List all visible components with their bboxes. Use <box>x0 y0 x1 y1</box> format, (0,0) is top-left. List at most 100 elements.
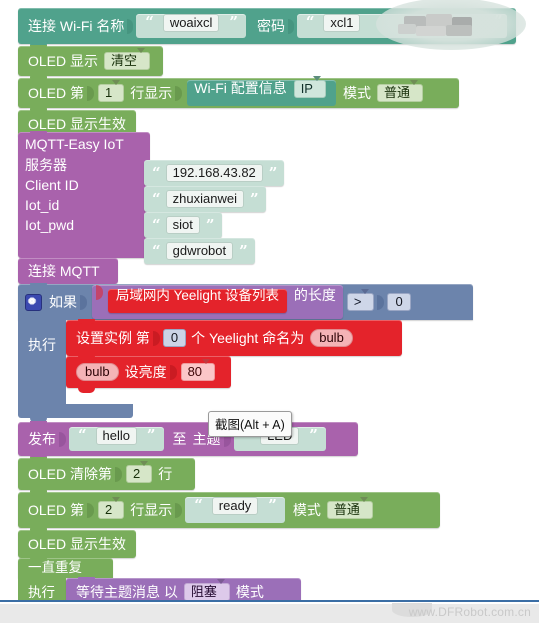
block-yeelight-device-list[interactable]: 局域网内 Yeelight 设备列表 <box>107 288 287 313</box>
wait-topic-label-a: 等待主题消息 以 <box>76 584 178 600</box>
comparison-value-input[interactable]: 0 <box>387 293 411 311</box>
mqtt-server-value-block[interactable]: “ 192.168.43.82 ” <box>144 160 285 186</box>
compare-value-socket <box>377 294 385 310</box>
wifi-config-field-dropdown[interactable]: IP <box>293 76 326 98</box>
if-label: 如果 <box>49 294 77 310</box>
oled-line2-prefix-label: OLED 第 <box>28 502 85 518</box>
length-label: 的长度 <box>293 287 336 303</box>
yeelight-brightness-dropdown[interactable]: 80 <box>180 359 216 381</box>
wait-topic-label-b: 模式 <box>235 584 264 600</box>
wait-topic-mode-value: 阻塞 <box>190 584 217 599</box>
wifi-password-input[interactable]: xcl1 <box>323 14 361 32</box>
wifi-connect-label: 连接 Wi-Fi 名称 <box>28 18 125 34</box>
wifi-config-info-label: Wi-Fi 配置信息 <box>194 80 287 96</box>
block-mqtt-publish[interactable]: 发布 “ hello ” 至 主题 “ LED ” <box>18 421 358 461</box>
if-body-spine: 执行 <box>18 320 66 404</box>
chevron-down-icon <box>112 80 121 100</box>
mqtt-iotid-value-block[interactable]: “ siot ” <box>144 212 222 238</box>
blockly-workspace[interactable]: 连接 Wi-Fi 名称 “ woaixcl ” 密码 “ xcl1 ” OLED… <box>0 0 539 623</box>
oled-refresh-1-label: OLED 显示生效 <box>28 116 127 132</box>
watermark-top-rule <box>0 602 539 604</box>
quote-open-icon-2: “ <box>305 13 315 31</box>
oled-line2-number-dropdown[interactable]: 2 <box>98 497 125 519</box>
screenshot-tooltip: 截图(Alt + A) <box>208 411 292 437</box>
oled-line2-mid-label: 行显示 <box>130 502 173 518</box>
chevron-down-icon <box>137 48 146 68</box>
quote-close-icon: ” <box>249 189 259 208</box>
mqtt-row-clientid: Client ID <box>18 175 150 195</box>
mqtt-iotpwd-value-block[interactable]: “ gdwrobot ” <box>144 238 255 264</box>
block-comparison[interactable]: 局域网内 Yeelight 设备列表 的长度 <box>92 285 343 319</box>
mqtt-row-server: 服务器 <box>18 155 150 175</box>
oled-line2-mode-value: 普通 <box>333 502 360 517</box>
socket-notch-5 <box>87 502 95 518</box>
mqtt-clientid-value-block[interactable]: “ zhuxianwei ” <box>144 186 266 212</box>
brightness-value-socket <box>169 364 177 380</box>
quote-open-icon: “ <box>152 163 161 182</box>
block-oled-line-show-2[interactable]: OLED 第 2 行显示 “ ready ” 模式 普通 <box>18 491 440 533</box>
block-yeelight-set-brightness[interactable]: bulb 设亮度 80 <box>66 355 231 393</box>
oled-line2-mode-dropdown[interactable]: 普通 <box>326 497 373 519</box>
publish-message-input[interactable]: hello <box>95 427 137 445</box>
comparison-operator-dropdown[interactable]: > <box>346 289 375 311</box>
watermark-bar: www.DFRobot.com.cn <box>0 600 539 623</box>
mqtt-connect-label: 连接 MQTT <box>28 263 100 279</box>
mqtt-iotid-input[interactable]: siot <box>165 216 200 234</box>
oled-line2-text-string-block[interactable]: “ ready ” <box>185 497 285 523</box>
quote-close-icon: ” <box>239 241 248 260</box>
oled-line1-number-dropdown[interactable]: 1 <box>98 80 125 102</box>
block-yeelight-set-instance[interactable]: 设置实例 第 0 个 Yeelight 命名为 bulb <box>66 319 402 356</box>
yeelight-instance-name[interactable]: bulb <box>310 329 353 347</box>
wifi-config-field-value: IP <box>300 81 313 96</box>
list-length-socket <box>96 285 103 300</box>
chevron-down-icon <box>216 579 225 599</box>
block-oled-line-show-1[interactable]: OLED 第 1 行显示 Wi-Fi 配置信息 IP 模式 普通 <box>18 76 459 113</box>
quote-open-icon: “ <box>78 426 87 444</box>
mqtt-title: MQTT-Easy IoT <box>25 136 124 152</box>
chevron-down-icon <box>359 497 368 517</box>
socket-notch-3 <box>87 85 95 101</box>
mqtt-server-input[interactable]: 192.168.43.82 <box>165 164 263 182</box>
quote-open-icon: “ <box>194 496 203 514</box>
if-header[interactable]: 如果 局域网内 Yeelight 设备列表 的长度 > 0 <box>18 283 473 320</box>
quote-close-icon: ” <box>309 426 318 444</box>
yeelight-device-list-label: 局域网内 Yeelight 设备列表 <box>115 288 279 303</box>
block-oled-clear-line[interactable]: OLED 清除第 2 行 <box>18 457 195 495</box>
block-wifi-config-info[interactable]: Wi-Fi 配置信息 IP <box>187 76 336 106</box>
block-mqtt-easy-iot[interactable]: MQTT-Easy IoT 服务器 Client ID Iot_id Iot_p… <box>18 131 150 258</box>
chevron-down-icon <box>202 359 211 379</box>
oled-display-label: OLED 显示 <box>28 53 99 69</box>
oled-clear-line-suffix: 行 <box>158 466 173 482</box>
oled-clear-line-socket <box>115 466 123 482</box>
block-oled-refresh-2[interactable]: OLED 显示生效 <box>18 529 136 563</box>
mqtt-clientid-input[interactable]: zhuxianwei <box>165 190 244 208</box>
publish-message-string-block[interactable]: “ hello ” <box>69 427 164 451</box>
oled-line1-mode-dropdown[interactable]: 普通 <box>376 80 423 102</box>
quote-open-icon: “ <box>152 241 161 260</box>
repeat-forever-header[interactable]: 一直重复 <box>18 557 113 578</box>
quote-close-icon: ” <box>205 215 215 234</box>
mqtt-iotpwd-label: Iot_pwd <box>25 217 75 233</box>
socket-notch-4 <box>175 85 183 101</box>
block-mqtt-connect[interactable]: 连接 MQTT <box>18 258 118 289</box>
oled-display-mode-dropdown[interactable]: 清空 <box>104 48 151 70</box>
mqtt-row-iotid: Iot_id <box>18 195 150 215</box>
publish-label: 发布 <box>28 431 56 447</box>
wait-topic-mode-dropdown[interactable]: 阻塞 <box>183 579 230 601</box>
socket-notch-2 <box>287 18 294 34</box>
yeelight-brightness-label: 设亮度 <box>124 364 167 380</box>
yeelight-index-input[interactable]: 0 <box>162 329 187 347</box>
mqtt-row-iotpwd: Iot_pwd <box>18 215 150 235</box>
oled-refresh-2-label: OLED 显示生效 <box>28 536 127 552</box>
repeat-forever-do-label: 执行 <box>28 585 55 601</box>
yeelight-brightness-target[interactable]: bulb <box>76 363 119 381</box>
gear-icon[interactable] <box>25 293 42 311</box>
mqtt-server-label: 服务器 <box>25 157 67 173</box>
block-oled-display-mode[interactable]: OLED 显示 清空 <box>18 45 163 81</box>
wifi-ssid-string-block[interactable]: “ woaixcl ” <box>136 14 246 38</box>
mqtt-iotpwd-input[interactable]: gdwrobot <box>165 242 234 260</box>
oled-clear-line-dropdown[interactable]: 2 <box>126 461 153 483</box>
wifi-ssid-input[interactable]: woaixcl <box>162 14 220 32</box>
if-footer <box>18 404 133 423</box>
oled-line2-text-input[interactable]: ready <box>211 497 259 515</box>
